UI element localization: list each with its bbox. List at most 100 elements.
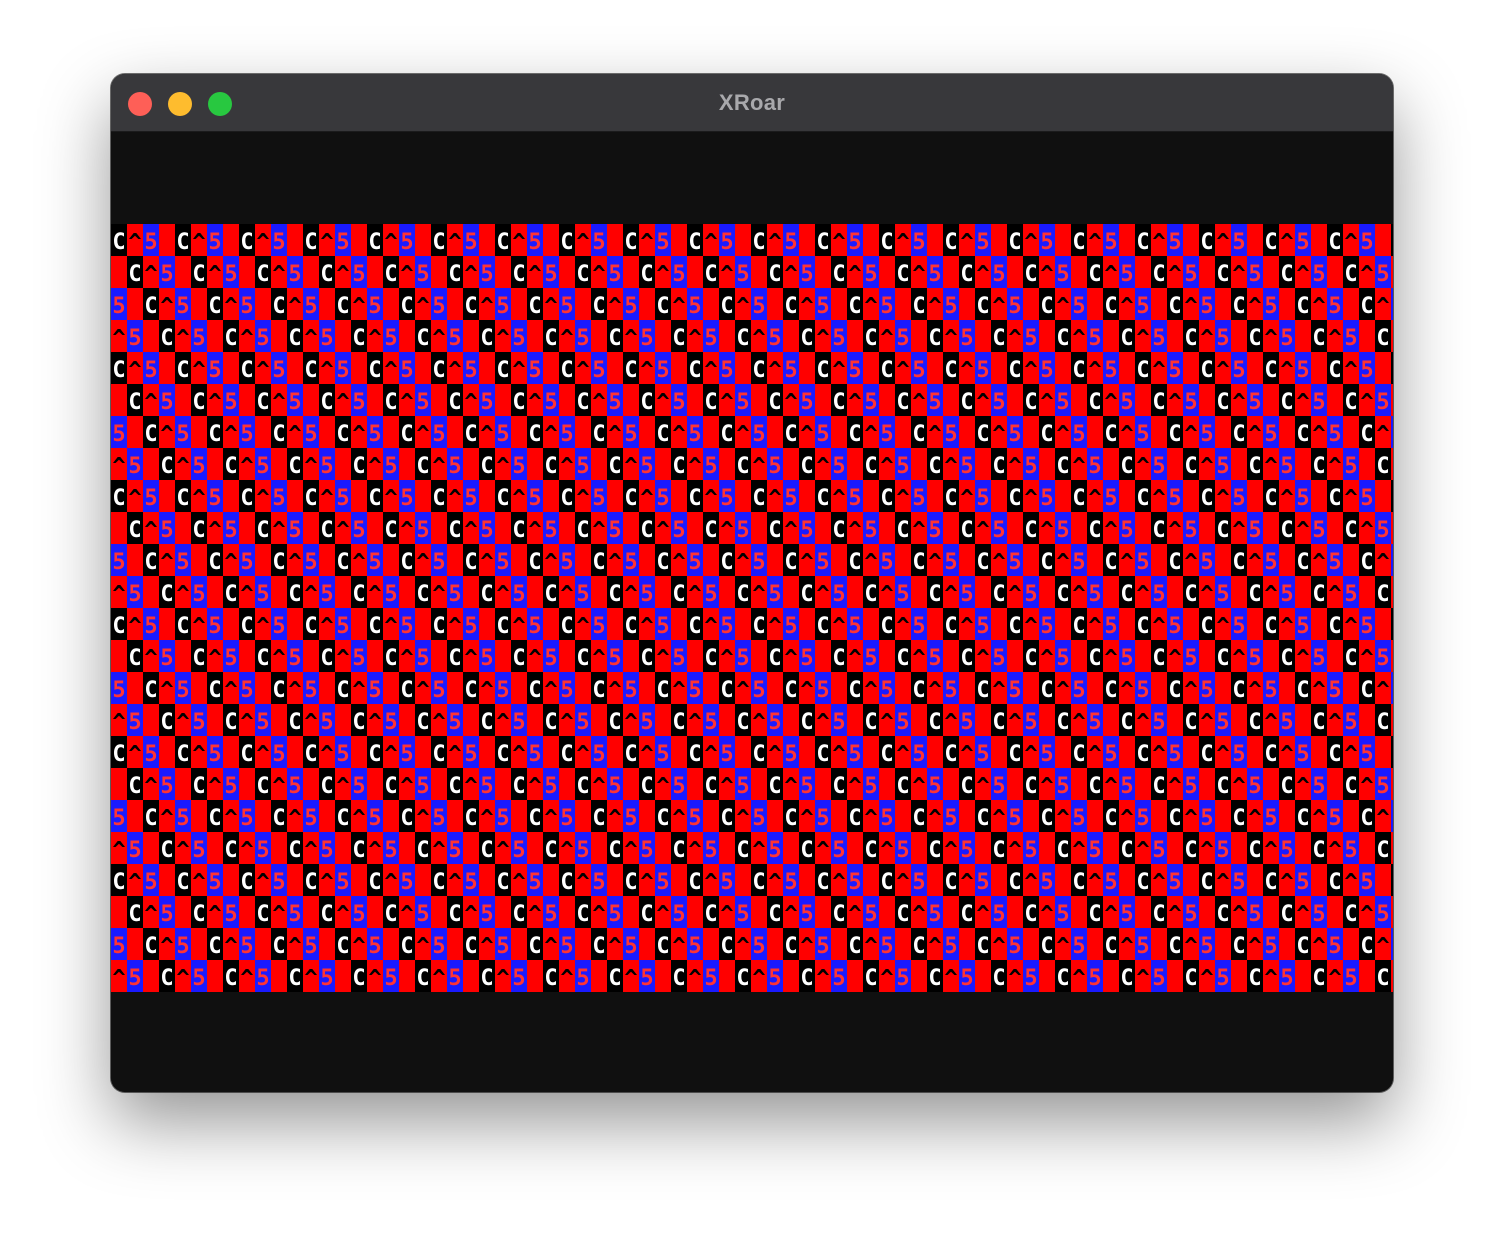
svg-text:5: 5 <box>912 614 925 639</box>
svg-text:C: C <box>288 454 301 479</box>
svg-text:^: ^ <box>752 966 765 991</box>
svg-text:5: 5 <box>672 390 685 415</box>
svg-text:5: 5 <box>704 966 717 991</box>
svg-text:5: 5 <box>1200 550 1213 575</box>
svg-text:C: C <box>144 934 157 959</box>
svg-text:5: 5 <box>304 934 317 959</box>
svg-text:5: 5 <box>928 902 941 927</box>
svg-text:^: ^ <box>880 838 893 863</box>
svg-text:C: C <box>1008 358 1021 383</box>
svg-text:5: 5 <box>592 230 605 255</box>
svg-text:C: C <box>816 742 829 767</box>
svg-text:C: C <box>1392 614 1393 639</box>
svg-text:^: ^ <box>1088 742 1101 767</box>
svg-text:^: ^ <box>624 966 637 991</box>
svg-text:^: ^ <box>160 806 173 831</box>
svg-text:^: ^ <box>1168 390 1181 415</box>
svg-text:5: 5 <box>1232 230 1245 255</box>
svg-text:^: ^ <box>1152 870 1165 895</box>
svg-text:C: C <box>1248 454 1261 479</box>
svg-text:C: C <box>1024 774 1037 799</box>
svg-text:^: ^ <box>848 390 861 415</box>
svg-text:^: ^ <box>832 486 845 511</box>
emulator-display[interactable]: C ^ 5 C ^ 5 C ^ 5 C ^ 5 C ^ 5 C ^ 5 C ^ 5 C ^ 5 C ^ 5 C ^ 5 C ^ 5 C ^ 5 C ^ 5 C… <box>111 132 1393 1092</box>
svg-text:C: C <box>944 486 957 511</box>
svg-text:C: C <box>1200 870 1213 895</box>
svg-text:5: 5 <box>784 742 797 767</box>
svg-text:C: C <box>176 614 189 639</box>
svg-text:C: C <box>720 806 733 831</box>
svg-text:5: 5 <box>1088 966 1101 991</box>
svg-text:5: 5 <box>480 774 493 799</box>
svg-text:5: 5 <box>1024 454 1037 479</box>
svg-text:C: C <box>448 902 461 927</box>
svg-text:5: 5 <box>496 550 509 575</box>
svg-text:C: C <box>880 614 893 639</box>
svg-text:^: ^ <box>960 614 973 639</box>
svg-text:C: C <box>784 550 797 575</box>
svg-text:C: C <box>320 646 333 671</box>
svg-text:^: ^ <box>320 742 333 767</box>
svg-text:5: 5 <box>720 742 733 767</box>
svg-text:C: C <box>416 966 429 991</box>
svg-text:C: C <box>112 486 125 511</box>
svg-text:^: ^ <box>752 838 765 863</box>
svg-text:^: ^ <box>208 902 221 927</box>
svg-text:C: C <box>1216 262 1229 287</box>
svg-text:^: ^ <box>1248 934 1261 959</box>
svg-text:C: C <box>240 358 253 383</box>
svg-text:^: ^ <box>240 326 253 351</box>
svg-text:^: ^ <box>1216 870 1229 895</box>
svg-text:^: ^ <box>1376 678 1389 703</box>
svg-text:C: C <box>608 966 621 991</box>
svg-text:^: ^ <box>1360 262 1373 287</box>
svg-text:^: ^ <box>912 518 925 543</box>
title-bar[interactable]: XRoar <box>111 74 1393 132</box>
svg-text:^: ^ <box>800 550 813 575</box>
svg-text:5: 5 <box>544 646 557 671</box>
window-title: XRoar <box>718 90 786 115</box>
svg-text:C: C <box>816 870 829 895</box>
svg-text:5: 5 <box>752 550 765 575</box>
svg-text:5: 5 <box>336 486 349 511</box>
svg-text:^: ^ <box>272 902 285 927</box>
svg-text:C: C <box>528 294 541 319</box>
svg-text:^: ^ <box>1120 934 1133 959</box>
svg-text:^: ^ <box>512 358 525 383</box>
svg-text:^: ^ <box>960 486 973 511</box>
svg-text:5: 5 <box>736 390 749 415</box>
svg-text:5: 5 <box>704 582 717 607</box>
svg-text:5: 5 <box>496 422 509 447</box>
svg-text:^: ^ <box>864 678 877 703</box>
svg-text:C: C <box>224 966 237 991</box>
svg-text:^: ^ <box>672 550 685 575</box>
svg-text:^: ^ <box>128 486 141 511</box>
svg-text:C: C <box>1360 294 1373 319</box>
svg-text:^: ^ <box>672 806 685 831</box>
svg-text:C: C <box>944 230 957 255</box>
svg-text:C: C <box>736 454 749 479</box>
svg-text:C: C <box>1360 422 1373 447</box>
svg-text:^: ^ <box>1248 294 1261 319</box>
svg-text:5: 5 <box>720 870 733 895</box>
svg-text:C: C <box>576 902 589 927</box>
svg-text:5: 5 <box>448 454 461 479</box>
svg-text:^: ^ <box>1136 966 1149 991</box>
svg-text:5: 5 <box>1232 614 1245 639</box>
svg-text:^: ^ <box>1104 902 1117 927</box>
svg-text:^: ^ <box>224 806 237 831</box>
svg-text:^: ^ <box>1152 486 1165 511</box>
svg-text:5: 5 <box>960 710 973 735</box>
svg-text:C: C <box>992 966 1005 991</box>
emulator-screen[interactable]: C ^ 5 C ^ 5 C ^ 5 C ^ 5 C ^ 5 C ^ 5 C ^ 5 C ^ 5 C ^ 5 C ^ 5 C ^ 5 C ^ 5 C ^ 5 C… <box>111 224 1393 992</box>
svg-text:^: ^ <box>544 678 557 703</box>
svg-text:C: C <box>416 582 429 607</box>
svg-text:5: 5 <box>864 262 877 287</box>
svg-text:C: C <box>1280 902 1293 927</box>
svg-text:5: 5 <box>1392 550 1393 575</box>
svg-text:5: 5 <box>304 678 317 703</box>
svg-text:^: ^ <box>992 934 1005 959</box>
svg-text:C: C <box>560 870 573 895</box>
svg-text:5: 5 <box>1040 230 1053 255</box>
svg-text:5: 5 <box>720 614 733 639</box>
